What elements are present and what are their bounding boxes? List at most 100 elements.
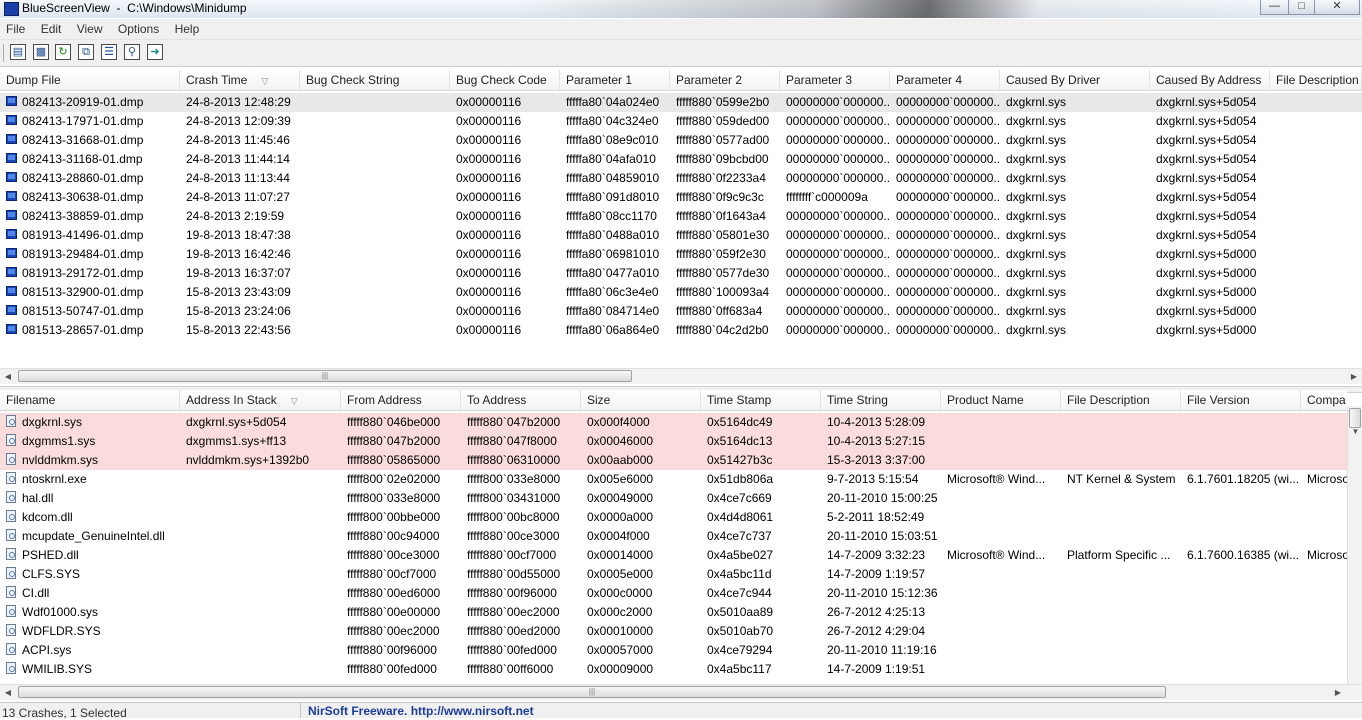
cell: 0x000f4000 <box>587 415 650 429</box>
column-header-size[interactable]: Size <box>581 390 701 410</box>
column-header-address-in-stack[interactable]: Address In Stack ▽ <box>180 390 341 410</box>
crash-row[interactable]: 081513-28657-01.dmp 15-8-2013 22:43:56 0x0… <box>0 321 1362 340</box>
maximize-icon[interactable]: □ <box>1288 0 1315 15</box>
column-header-crash-time[interactable]: Crash Time ▽ <box>180 70 300 90</box>
column-header-caused-by-address[interactable]: Caused By Address <box>1150 70 1270 90</box>
crash-row[interactable]: 082413-31668-01.dmp 24-8-2013 11:45:46 0x0… <box>0 131 1362 150</box>
crash-row[interactable]: 082413-28860-01.dmp 24-8-2013 11:13:44 0x0… <box>0 169 1362 188</box>
cell: 19-8-2013 18:47:38 <box>186 228 291 242</box>
column-header-time-stamp[interactable]: Time Stamp <box>701 390 821 410</box>
crash-row[interactable]: 081913-41496-01.dmp 19-8-2013 18:47:38 0x0… <box>0 226 1362 245</box>
menu-view[interactable]: View <box>71 19 109 39</box>
scroll-down-icon[interactable]: ▼ <box>1348 424 1362 439</box>
driver-row[interactable]: ntoskrnl.exe fffff800`02e02000 fffff800`03… <box>0 470 1347 489</box>
driver-list-scroll-thumb[interactable]: ||| <box>18 686 1166 698</box>
cell: 20-11-2010 11:19:16 <box>827 643 937 657</box>
cell: fffffa80`06c3e4e0 <box>566 285 659 299</box>
column-header-parameter-2[interactable]: Parameter 2 <box>670 70 780 90</box>
cell <box>1270 283 1362 302</box>
crash-row[interactable]: 081913-29172-01.dmp 19-8-2013 16:37:07 0x0… <box>0 264 1362 283</box>
driver-row[interactable]: CLFS.SYS fffff880`00cf7000 fffff880`00d550… <box>0 565 1347 584</box>
refresh-icon[interactable]: ↻ <box>55 44 71 60</box>
cell: dxgkrnl.sys+5d054 <box>1156 209 1257 223</box>
cell: 26-7-2012 4:29:04 <box>827 624 926 638</box>
crash-row[interactable]: 082413-20919-01.dmp 24-8-2013 12:48:29 0x0… <box>0 93 1362 112</box>
column-header-label: Bug Check String <box>306 73 400 87</box>
column-header-parameter-3[interactable]: Parameter 3 <box>780 70 890 90</box>
crash-row[interactable]: 082413-17971-01.dmp 24-8-2013 12:09:39 0x0… <box>0 112 1362 131</box>
column-header-product-name[interactable]: Product Name <box>941 390 1061 410</box>
scroll-right-icon[interactable]: ▶ <box>1346 369 1362 384</box>
exit-icon[interactable]: ➜ <box>147 44 163 60</box>
cell: fffffa80`06a864e0 <box>566 323 660 337</box>
cell <box>1270 264 1362 283</box>
driver-row[interactable]: mcupdate_GenuineIntel.dll fffff880`00c940… <box>0 527 1347 546</box>
column-header-file-description[interactable]: File Description <box>1270 70 1362 90</box>
cell <box>1061 508 1181 527</box>
column-header-compa[interactable]: Compa <box>1301 390 1347 410</box>
cell: fffff880`0f1643a4 <box>676 209 766 223</box>
crash-row[interactable]: 082413-30638-01.dmp 24-8-2013 11:07:27 0x0… <box>0 188 1362 207</box>
crash-list-scroll-thumb[interactable]: ||| <box>18 370 632 382</box>
driver-row[interactable]: WDFLDR.SYS fffff880`00ec2000 fffff880`00ed… <box>0 622 1347 641</box>
crash-row[interactable]: 082413-38859-01.dmp 24-8-2013 2:19:59 0x00… <box>0 207 1362 226</box>
column-header-filename[interactable]: Filename <box>0 390 180 410</box>
scroll-left-icon[interactable]: ◀ <box>0 369 16 384</box>
close-icon[interactable]: ✕ <box>1314 0 1360 15</box>
cell <box>180 603 341 622</box>
cell: 0x51427b3c <box>707 453 773 467</box>
column-header-bug-check-code[interactable]: Bug Check Code <box>450 70 560 90</box>
minimize-icon[interactable]: — <box>1260 0 1289 15</box>
column-header-parameter-1[interactable]: Parameter 1 <box>560 70 670 90</box>
crash-row[interactable]: 081513-32900-01.dmp 15-8-2013 23:43:09 0x0… <box>0 283 1362 302</box>
menu-file[interactable]: File <box>0 19 31 39</box>
cell <box>1270 245 1362 264</box>
driver-row[interactable]: Wdf01000.sys fffff880`00e00000 fffff880`00… <box>0 603 1347 622</box>
menu-edit[interactable]: Edit <box>35 19 68 39</box>
driver-row[interactable]: dxgmms1.sys dxgmms1.sys+ff13 fffff880`047b… <box>0 432 1347 451</box>
driver-row[interactable]: ACPI.sys fffff880`00f96000 fffff880`00fed0… <box>0 641 1347 660</box>
driver-row[interactable]: CI.dll fffff880`00ed6000 fffff880`00f96000… <box>0 584 1347 603</box>
cell <box>941 489 1061 508</box>
cell: fffff880`00e00000 <box>347 605 441 619</box>
column-header-bug-check-string[interactable]: Bug Check String <box>300 70 450 90</box>
driver-row[interactable]: nvlddmkm.sys nvlddmkm.sys+1392b0 fffff880`… <box>0 451 1347 470</box>
cell <box>1061 622 1181 641</box>
nirsoft-link[interactable]: NirSoft Freeware. http://www.nirsoft.net <box>300 703 534 718</box>
crash-row[interactable]: 081513-50747-01.dmp 15-8-2013 23:24:06 0x0… <box>0 302 1362 321</box>
properties-icon[interactable]: ☰ <box>101 44 117 60</box>
crash-row[interactable]: 082413-31168-01.dmp 24-8-2013 11:44:14 0x0… <box>0 150 1362 169</box>
column-header-caused-by-driver[interactable]: Caused By Driver <box>1000 70 1150 90</box>
scroll-left-icon[interactable]: ◀ <box>0 685 16 700</box>
column-header-file-description[interactable]: File Description <box>1061 390 1181 410</box>
column-header-parameter-4[interactable]: Parameter 4 <box>890 70 1000 90</box>
find-icon[interactable]: ⚲ <box>124 44 140 60</box>
crash-list-horizontal-scrollbar[interactable]: ◀ ||| ▶ <box>0 368 1362 384</box>
cell <box>1270 112 1362 131</box>
driver-row[interactable]: hal.dll fffff800`033e8000 fffff800`0343100… <box>0 489 1347 508</box>
html-report-icon[interactable]: ▤ <box>10 44 26 60</box>
crash-row[interactable]: 081913-29484-01.dmp 19-8-2013 16:42:46 0x0… <box>0 245 1362 264</box>
driver-row[interactable]: WMILIB.SYS fffff880`00fed000 fffff880`00ff… <box>0 660 1347 679</box>
driver-list-vertical-scrollbar[interactable]: ▼ <box>1347 406 1362 684</box>
driver-row[interactable]: dxgkrnl.sys dxgkrnl.sys+5d054 fffff880`046… <box>0 413 1347 432</box>
driver-list-horizontal-scrollbar[interactable]: ◀ ||| ▶ <box>0 684 1362 700</box>
driver-row[interactable]: kdcom.dll fffff800`00bbe000 fffff800`00bc8… <box>0 508 1347 527</box>
save-icon[interactable]: ▩ <box>33 44 49 60</box>
column-header-to-address[interactable]: To Address <box>461 390 581 410</box>
column-header-label: Caused By Address <box>1156 73 1262 87</box>
cell: 081513-50747-01.dmp <box>22 304 144 318</box>
menu-options[interactable]: Options <box>112 19 165 39</box>
cell: 0x00000116 <box>456 323 522 337</box>
cell: 081913-29172-01.dmp <box>22 266 144 280</box>
column-header-label: Parameter 1 <box>566 73 633 87</box>
column-header-from-address[interactable]: From Address <box>341 390 461 410</box>
column-header-file-version[interactable]: File Version <box>1181 390 1301 410</box>
driver-row[interactable]: PSHED.dll fffff880`00ce3000 fffff880`00cf7… <box>0 546 1347 565</box>
cell: hal.dll <box>22 491 54 505</box>
column-header-time-string[interactable]: Time String <box>821 390 941 410</box>
copy-icon[interactable]: ⧉ <box>78 44 94 60</box>
menu-help[interactable]: Help <box>169 19 206 39</box>
column-header-dump-file[interactable]: Dump File <box>0 70 180 90</box>
scroll-right-icon[interactable]: ▶ <box>1330 685 1346 700</box>
